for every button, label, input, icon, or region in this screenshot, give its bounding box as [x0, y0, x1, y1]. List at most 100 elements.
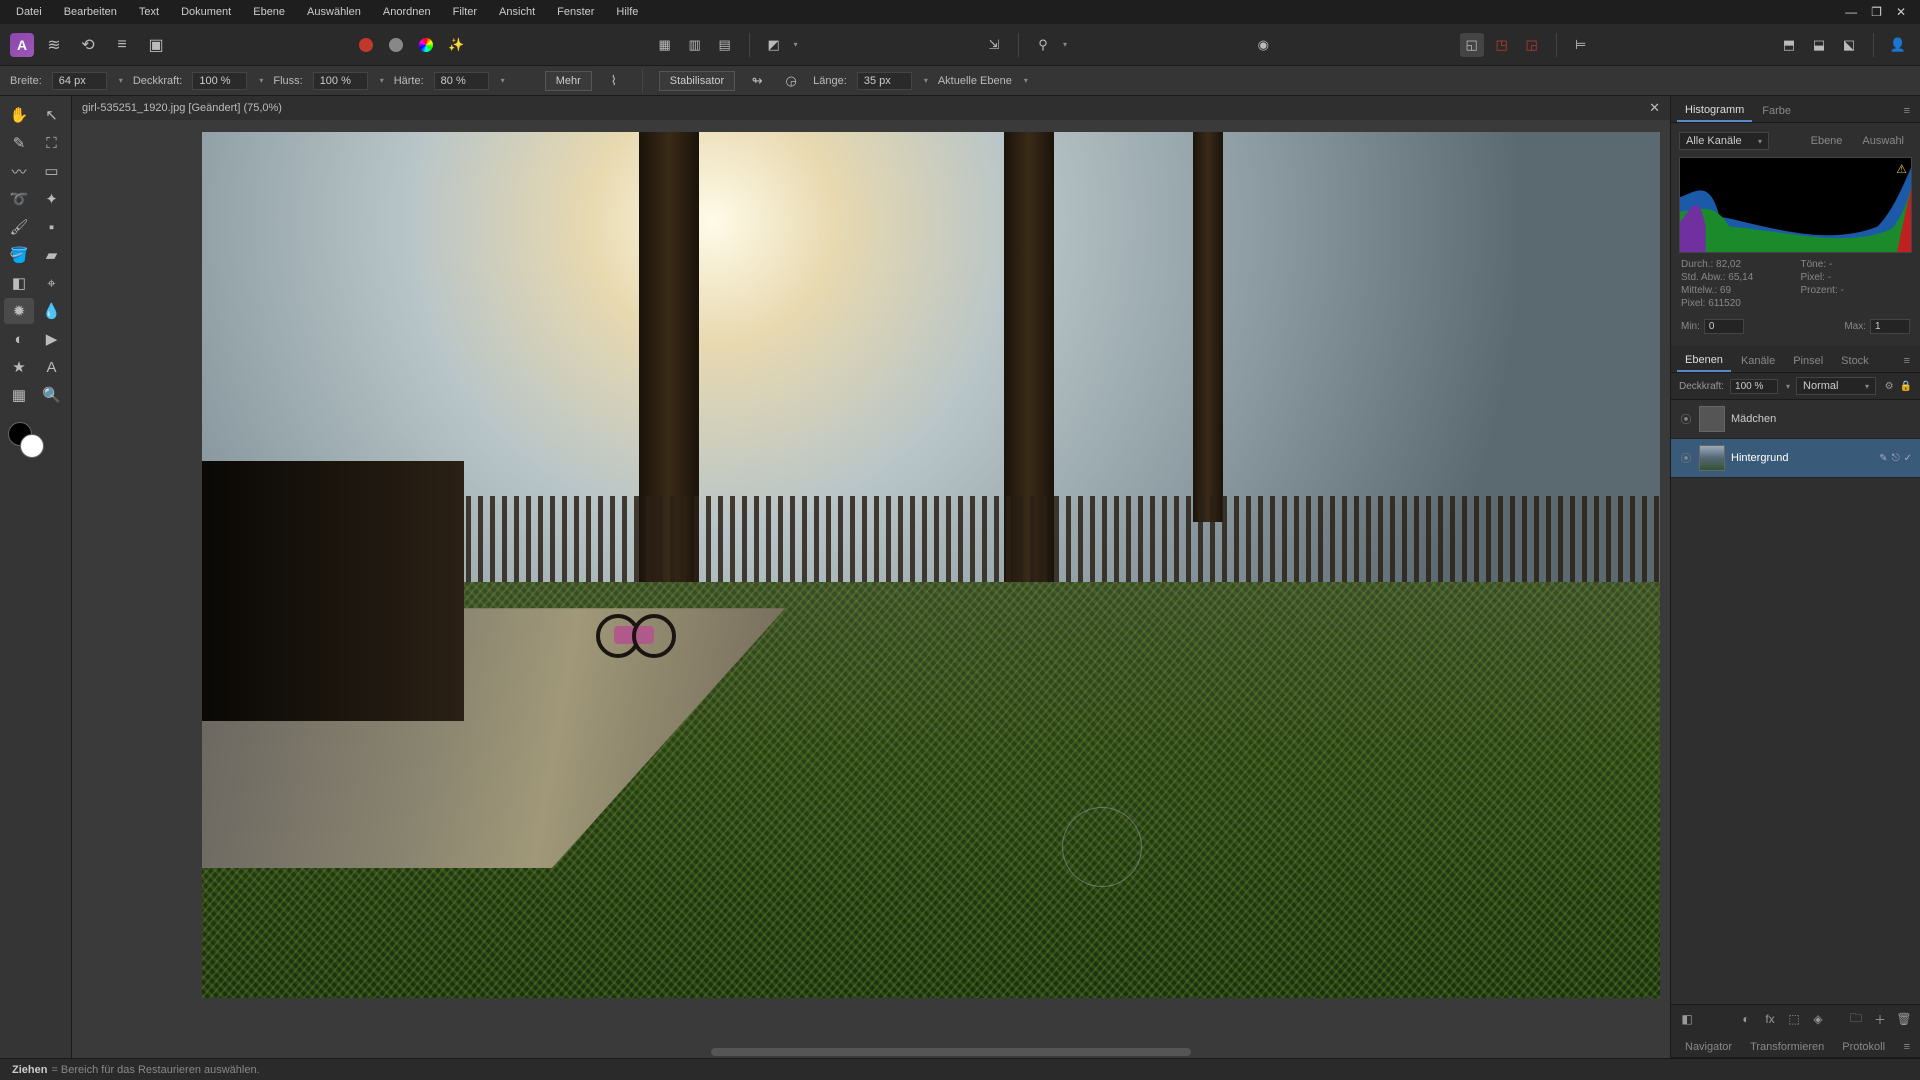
chevron-down-icon[interactable]: ▾ — [924, 76, 928, 85]
min-input[interactable]: 0 — [1704, 319, 1744, 334]
panel-menu-icon[interactable]: ≡ — [1900, 353, 1914, 369]
group-icon[interactable]: 🗀 — [1846, 1009, 1866, 1029]
tab-transformieren[interactable]: Transformieren — [1742, 1037, 1832, 1057]
tab-histo-auswahl[interactable]: Auswahl — [1854, 131, 1912, 151]
chevron-down-icon[interactable]: ▾ — [794, 40, 798, 49]
layer-order-back-icon[interactable]: ◱ — [1460, 33, 1484, 57]
move-inside-icon[interactable]: ⬒ — [1777, 33, 1801, 57]
visibility-toggle-icon[interactable]: ⦿ — [1679, 450, 1693, 466]
aktuelle-ebene-select[interactable]: Aktuelle Ebene — [938, 75, 1012, 87]
minimize-icon[interactable]: — — [1845, 5, 1857, 19]
tab-histogramm[interactable]: Histogramm — [1677, 100, 1752, 122]
fill-tool-icon[interactable]: 🪣 — [4, 242, 34, 268]
chevron-down-icon[interactable]: ▾ — [259, 76, 263, 85]
mask-icon[interactable]: ◧ — [1677, 1009, 1697, 1029]
fluss-input[interactable]: 100 % — [313, 72, 368, 90]
menu-auswaehlen[interactable]: Auswählen — [297, 2, 371, 22]
visibility-toggle-icon[interactable]: ⦿ — [1679, 411, 1693, 427]
move-tool-icon[interactable]: ↖ — [37, 102, 67, 128]
menu-hilfe[interactable]: Hilfe — [606, 2, 648, 22]
color-rainbow-icon[interactable] — [414, 33, 438, 57]
mesh-warp-tool-icon[interactable]: ▦ — [4, 382, 34, 408]
breite-input[interactable]: 64 px — [52, 72, 107, 90]
layer-row[interactable]: ⦿ Hintergrund ✎ ⎋ ✓ — [1671, 439, 1920, 478]
gradient-tool-icon[interactable]: ▰ — [37, 242, 67, 268]
pen-tool-icon[interactable]: ▶ — [37, 326, 67, 352]
eraser-tool-icon[interactable]: ◧ — [4, 270, 34, 296]
horizontal-scrollbar[interactable] — [711, 1048, 1190, 1056]
mehr-button[interactable]: Mehr — [545, 71, 592, 91]
menu-fenster[interactable]: Fenster — [547, 2, 604, 22]
panel-menu-icon[interactable]: ≡ — [1900, 103, 1914, 119]
move-outside-icon[interactable]: ⬓ — [1807, 33, 1831, 57]
laenge-input[interactable]: 35 px — [857, 72, 912, 90]
live-filter-icon[interactable]: ◈ — [1808, 1009, 1828, 1029]
chevron-down-icon[interactable]: ▾ — [501, 76, 505, 85]
persona-liquify-icon[interactable]: ≋ — [40, 31, 68, 59]
snap-icon[interactable]: ⇲ — [982, 33, 1006, 57]
lock-children-icon[interactable]: ⚲ — [1031, 33, 1055, 57]
flood-select-tool-icon[interactable]: ✦ — [37, 186, 67, 212]
tab-ebenen[interactable]: Ebenen — [1677, 350, 1731, 372]
layer-order-red-icon[interactable]: ◳ — [1490, 33, 1514, 57]
window-mode-icon[interactable]: ◶ — [779, 69, 803, 93]
tab-protokoll[interactable]: Protokoll — [1834, 1037, 1893, 1057]
wet-edges-icon[interactable]: ⌇ — [602, 69, 626, 93]
layer-thumbnail[interactable] — [1699, 406, 1725, 432]
pixel-tool-icon[interactable]: ▪ — [37, 214, 67, 240]
tab-farbe[interactable]: Farbe — [1754, 101, 1799, 121]
assistant-icon[interactable]: ◉ — [1251, 33, 1275, 57]
menu-dokument[interactable]: Dokument — [171, 2, 241, 22]
background-color-swatch[interactable] — [20, 434, 44, 458]
persona-tone-icon[interactable]: ≡ — [108, 31, 136, 59]
grid-thirds-icon[interactable]: ▥ — [683, 33, 707, 57]
release-icon[interactable]: ⬕ — [1837, 33, 1861, 57]
color-swatches[interactable] — [0, 422, 71, 458]
delete-layer-icon[interactable]: 🗑 — [1894, 1009, 1914, 1029]
tab-histo-ebene[interactable]: Ebene — [1803, 131, 1851, 151]
marquee-tool-icon[interactable]: ▭ — [37, 158, 67, 184]
tab-navigator[interactable]: Navigator — [1677, 1037, 1740, 1057]
fx-icon[interactable]: fx — [1760, 1009, 1780, 1029]
color-auto-icon[interactable]: ✨ — [444, 33, 468, 57]
stabilisator-button[interactable]: Stabilisator — [659, 71, 735, 91]
canvas-viewport[interactable] — [72, 120, 1670, 1058]
adjustments-icon[interactable]: ◐ — [1736, 1009, 1756, 1029]
rope-mode-icon[interactable]: ↬ — [745, 69, 769, 93]
inpainting-tool-icon[interactable]: ✹ — [4, 298, 34, 324]
chevron-down-icon[interactable]: ▾ — [119, 76, 123, 85]
document-tab-title[interactable]: girl-535251_1920.jpg [Geändert] (75,0%) — [82, 102, 282, 114]
color-grey-icon[interactable] — [384, 33, 408, 57]
layer-deckkraft-input[interactable]: 100 % — [1730, 379, 1778, 394]
grid-none-icon[interactable]: ▦ — [653, 33, 677, 57]
layer-row[interactable]: ⦿ Mädchen — [1671, 400, 1920, 439]
tab-stock[interactable]: Stock — [1833, 351, 1877, 371]
paint-brush-tool-icon[interactable]: 🖌 — [4, 214, 34, 240]
clip-canvas-icon[interactable]: ◩ — [762, 33, 786, 57]
chevron-down-icon[interactable]: ▾ — [380, 76, 384, 85]
text-tool-icon[interactable]: A — [37, 354, 67, 380]
gear-icon[interactable]: ⚙ — [1885, 381, 1894, 392]
max-input[interactable]: 1 — [1870, 319, 1910, 334]
chevron-down-icon[interactable]: ▾ — [1786, 382, 1790, 391]
persona-export-icon[interactable]: ▣ — [142, 31, 170, 59]
lasso-tool-icon[interactable]: ➰ — [4, 186, 34, 212]
menu-bearbeiten[interactable]: Bearbeiten — [54, 2, 127, 22]
hand-tool-icon[interactable]: ✋ — [4, 102, 34, 128]
check-icon[interactable]: ✓ — [1904, 453, 1912, 464]
lock-icon[interactable]: 🔒 — [1900, 381, 1912, 392]
tab-kanaele[interactable]: Kanäle — [1733, 351, 1783, 371]
haerte-input[interactable]: 80 % — [434, 72, 489, 90]
blend-icon[interactable]: ⬚ — [1784, 1009, 1804, 1029]
dodge-tool-icon[interactable]: ◐ — [4, 326, 34, 352]
grid-golden-icon[interactable]: ▤ — [713, 33, 737, 57]
layer-order-front-icon[interactable]: ◲ — [1520, 33, 1544, 57]
app-icon[interactable]: A — [10, 33, 34, 57]
tab-pinsel[interactable]: Pinsel — [1785, 351, 1831, 371]
close-window-icon[interactable]: ✕ — [1896, 5, 1906, 19]
blend-mode-select[interactable]: Normal▾ — [1796, 377, 1876, 395]
menu-text[interactable]: Text — [129, 2, 169, 22]
deckkraft-input[interactable]: 100 % — [192, 72, 247, 90]
add-layer-icon[interactable]: ＋ — [1870, 1009, 1890, 1029]
align-icon[interactable]: ⊨ — [1569, 33, 1593, 57]
